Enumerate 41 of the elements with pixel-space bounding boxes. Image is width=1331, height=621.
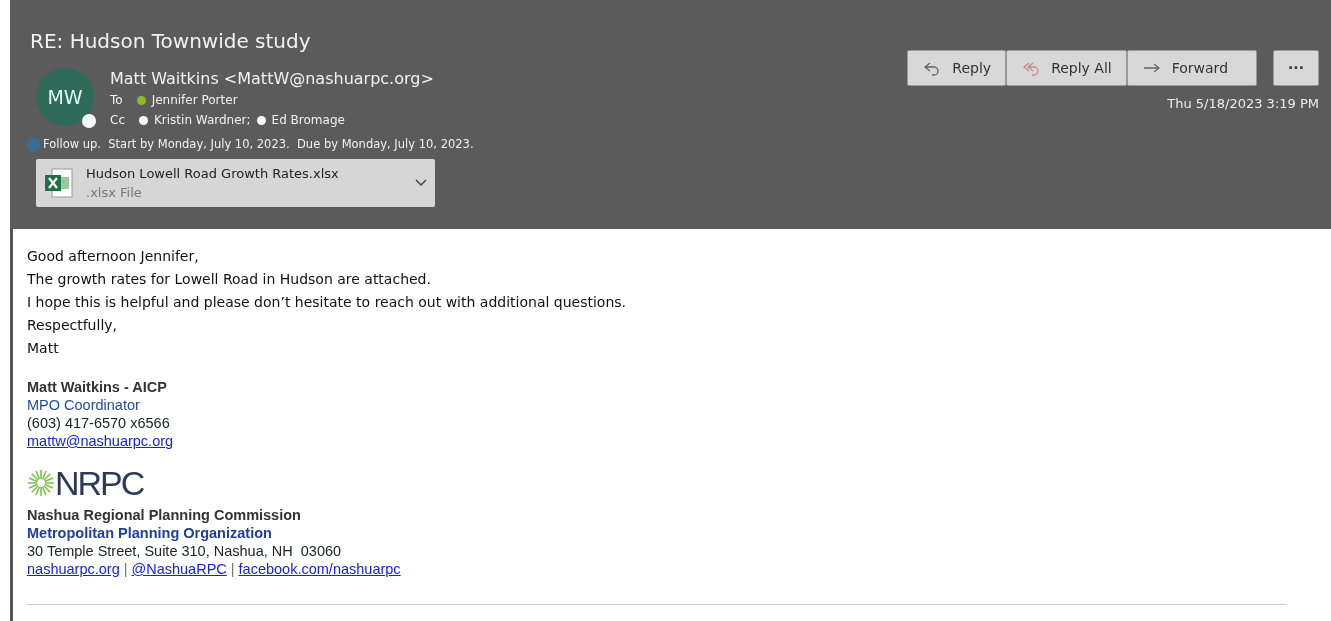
signature-name: Matt Waitkins - AICP [27,379,167,395]
signature-phone: (603) 417-6570 x6566 [27,415,170,431]
more-button[interactable]: ··· [1273,50,1319,86]
forward-button[interactable]: Forward [1126,50,1258,86]
organization-name: Nashua Regional Planning Commission [27,507,301,523]
recipient-name[interactable]: Jennifer Porter [151,90,238,110]
body-text: Respectfully, [27,316,118,335]
avatar: MW [36,68,94,126]
chevron-down-icon[interactable] [415,179,427,188]
recipient-label: To [110,92,123,109]
sunburst-logo-icon [27,469,55,497]
body-text: I hope this is helpful and please don’t hesitate to reach out with additional questions. [27,293,628,312]
body-text: The growth rates for Lowell Road in Hudson are attached. [27,270,432,289]
recipient-label: Cc [110,112,125,129]
attachment-card[interactable]: Hudson Lowell Road Growth Rates.xlsx .xlsx File [36,159,435,208]
attachment-name: Hudson Lowell Road Growth Rates.xlsx [86,164,340,183]
reply-button[interactable]: Reply [907,50,1007,86]
separator-text: | [123,560,128,578]
web-link[interactable]: facebook.com/nashuarpc [238,560,401,578]
email-link[interactable]: mattw@nashuarpc.org [27,433,174,449]
sent-date: Thu 5/18/2023 3:19 PM [1166,95,1319,113]
follow-up-icon [26,137,41,153]
logo-text: NRPC [55,466,144,500]
email-subject: RE: Hudson Townwide study [30,28,312,55]
organization-subtitle: Metropolitan Planning Organization [27,525,272,541]
recipient-name[interactable]: Ed Bromage [271,110,345,130]
presence-icon [82,114,96,128]
spreadsheet-icon [44,167,74,200]
attachment-type: .xlsx File [86,184,143,203]
reply-all-icon [1021,60,1042,76]
reply-all-button[interactable]: Reply All [1006,50,1127,86]
separator-text: | [230,560,235,578]
address-text: 30 Temple Street, Suite 310, Nashua, NH 03060 [27,543,342,559]
web-link[interactable]: nashuarpc.org [27,560,120,578]
recipient-name[interactable]: Kristin Wardner; [154,110,251,130]
web-link[interactable]: @NashuaRPC [131,560,227,578]
follow-up-text: Follow up. Start by Monday, July 10, 2023. Due by Monday, July 10, 2023. [43,136,474,153]
body-text: Matt [27,339,60,358]
sender-name: Matt Waitkins <MattW@nashuarpc.org> [110,68,434,90]
signature-title: MPO Coordinator [27,397,140,413]
body-text: Good afternoon Jennifer, [27,247,200,266]
